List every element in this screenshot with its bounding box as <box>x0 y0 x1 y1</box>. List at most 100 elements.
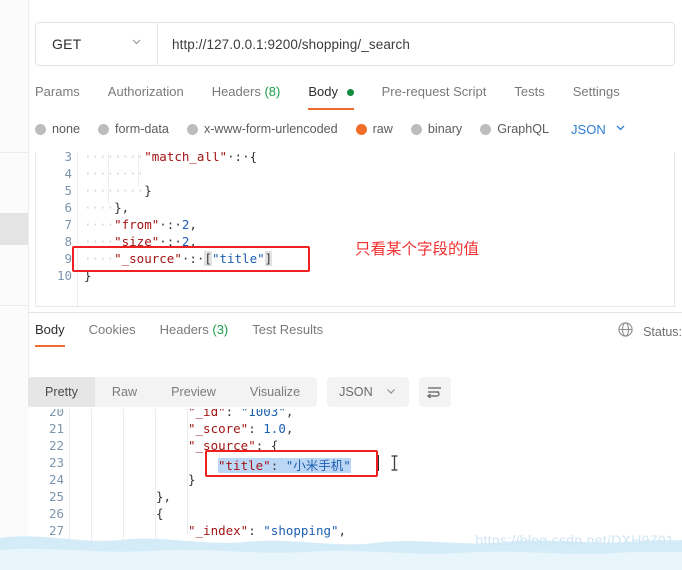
annotation-text: 只看某个字段的值 <box>355 240 480 258</box>
tab-headers[interactable]: Headers (8) <box>212 84 281 101</box>
response-tab-test-results-label: Test Results <box>252 322 324 337</box>
request-code-line: } <box>84 268 92 283</box>
request-line-number: 5 <box>64 183 72 198</box>
request-gutter-divider <box>77 152 78 306</box>
word-wrap-icon[interactable] <box>418 377 451 407</box>
request-line-number: 9 <box>64 251 72 266</box>
response-tab-headers[interactable]: Headers (3) <box>160 322 229 337</box>
tab-headers-label: Headers <box>211 83 261 99</box>
tab-body-underline <box>308 107 354 110</box>
view-mode-preview[interactable]: Preview <box>154 377 233 407</box>
chevron-down-icon <box>385 385 397 400</box>
body-type-raw[interactable]: raw <box>355 122 393 136</box>
view-mode-visualize[interactable]: Visualize <box>233 377 317 407</box>
response-toolbar: Pretty Raw Preview Visualize JSON <box>28 375 682 409</box>
response-code-line: }, <box>156 489 172 504</box>
radio-form-data-icon <box>98 123 110 135</box>
tab-pre-request-script[interactable]: Pre-request Script <box>382 84 487 101</box>
request-code-line: ········ <box>84 166 145 181</box>
response-tab-headers-label: Headers <box>159 322 209 337</box>
request-code-line: ····}, <box>84 200 130 215</box>
response-line-number: 21 <box>48 421 64 436</box>
request-line-number: 8 <box>64 234 72 249</box>
response-tab-body[interactable]: Body <box>35 322 65 347</box>
response-tab-cookies[interactable]: Cookies <box>89 322 136 337</box>
body-type-none-label: none <box>52 122 81 136</box>
request-line-number: 3 <box>64 152 72 164</box>
tab-tests[interactable]: Tests <box>514 84 544 101</box>
radio-binary-icon <box>410 123 422 135</box>
request-code-line: ····"size"·:·2, <box>84 234 197 249</box>
response-line-number: 26 <box>48 506 64 521</box>
request-body-editor[interactable]: 3 4 5 6 7 8 9 10 ········"match_all"·:·{… <box>35 152 675 307</box>
response-line-number: 24 <box>48 472 64 487</box>
request-tabs: Params Authorization Headers (8) Body Pr… <box>35 78 675 110</box>
rail-divider-top <box>0 152 28 153</box>
response-line-number: 20 <box>48 409 64 419</box>
radio-graphql-icon <box>480 123 492 135</box>
body-type-form-data[interactable]: form-data <box>98 122 169 136</box>
view-mode-pretty[interactable]: Pretty <box>28 377 95 407</box>
body-type-raw-label: raw <box>372 122 393 136</box>
globe-icon <box>617 321 634 343</box>
response-indent-guide-1 <box>91 409 92 549</box>
response-format-dropdown[interactable]: JSON <box>327 377 409 407</box>
response-code-line-title: "title": "小米手机" <box>218 458 351 473</box>
left-rail <box>0 0 29 570</box>
rail-active-block[interactable] <box>0 213 28 245</box>
chevron-down-icon <box>130 35 143 53</box>
response-view-modes: Pretty Raw Preview Visualize <box>28 377 318 407</box>
response-code-line: } <box>188 472 196 487</box>
tab-authorization-label: Authorization <box>107 83 184 99</box>
response-tab-test-results[interactable]: Test Results <box>252 322 323 337</box>
response-tab-body-label: Body <box>35 322 65 337</box>
response-code-line: { <box>156 506 164 521</box>
view-mode-raw[interactable]: Raw <box>95 377 154 407</box>
method-dropdown[interactable]: GET <box>36 23 158 65</box>
url-input[interactable]: http://127.0.0.1:9200/shopping/_search <box>158 23 674 65</box>
request-line-number: 10 <box>56 268 72 283</box>
response-tab-cookies-label: Cookies <box>88 322 136 337</box>
response-body-editor[interactable]: 20 21 22 23 24 25 26 27 "_id": "1003", "… <box>28 409 682 549</box>
response-indent-guide-2 <box>123 409 124 549</box>
request-line-number: 6 <box>64 200 72 215</box>
request-code-line: ········"match_all"·:·{ <box>84 152 258 164</box>
tab-params[interactable]: Params <box>35 84 80 101</box>
body-type-graphql[interactable]: GraphQL <box>480 122 549 136</box>
tab-authorization[interactable]: Authorization <box>108 84 184 101</box>
postman-window: GET http://127.0.0.1:9200/shopping/_sear… <box>0 0 682 570</box>
tab-pre-request-script-label: Pre-request Script <box>381 83 487 99</box>
tab-settings-label: Settings <box>572 83 620 99</box>
radio-raw-icon <box>355 123 367 135</box>
ibeam-cursor-icon <box>389 454 400 477</box>
request-format-label: JSON <box>571 121 606 137</box>
request-format-dropdown[interactable]: JSON <box>571 121 627 137</box>
response-line-number: 27 <box>48 523 64 538</box>
body-type-form-data-label: form-data <box>115 122 169 136</box>
tab-body[interactable]: Body <box>308 84 354 110</box>
response-tab-headers-count: (3) <box>212 322 229 337</box>
radio-none-icon <box>35 123 46 135</box>
body-type-urlencoded-label: x-www-form-urlencoded <box>203 122 338 136</box>
status-label: Status: <box>643 325 682 339</box>
body-type-options: none form-data x-www-form-urlencoded raw… <box>35 117 680 141</box>
request-line-number: 4 <box>64 166 72 181</box>
body-type-none[interactable]: none <box>35 122 80 136</box>
response-code-line: "_score": 1.0, <box>188 421 294 436</box>
request-code-line: ········} <box>84 183 152 198</box>
tab-settings[interactable]: Settings <box>573 84 620 101</box>
method-label: GET <box>52 36 82 52</box>
response-gutter-divider <box>69 409 70 549</box>
body-type-graphql-label: GraphQL <box>497 122 550 136</box>
tab-tests-label: Tests <box>514 83 545 99</box>
response-tab-body-underline <box>35 345 65 347</box>
body-type-urlencoded[interactable]: x-www-form-urlencoded <box>186 122 338 136</box>
request-code-line: ····"_source"·:·["title"] <box>84 251 273 266</box>
body-type-binary[interactable]: binary <box>410 122 462 136</box>
response-format-label: JSON <box>339 385 373 399</box>
response-line-number: 25 <box>48 489 64 504</box>
url-bar: GET http://127.0.0.1:9200/shopping/_sear… <box>35 22 675 66</box>
response-indent-guide-3 <box>155 409 156 549</box>
text-caret <box>377 455 379 471</box>
radio-urlencoded-icon <box>186 123 198 135</box>
